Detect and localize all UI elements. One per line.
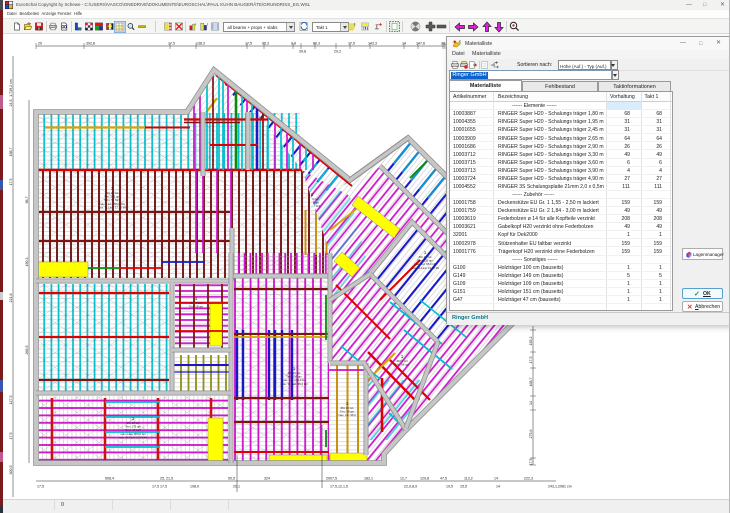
svg-text:190,3: 190,3 — [25, 258, 29, 267]
svg-text:198,9: 198,9 — [190, 484, 199, 488]
svg-text:max. St.Last: 21,50 kN: max. St.Last: 21,50 kN — [411, 266, 439, 270]
svg-text:95,3: 95,3 — [262, 42, 269, 46]
svg-text:1.739,2 cm: 1.739,2 cm — [9, 79, 13, 97]
svg-text:17,5: 17,5 — [529, 459, 533, 466]
svg-text:max. St.Last: 17,23 kN: max. St.Last: 17,23 kN — [119, 435, 147, 439]
svg-text:155,2: 155,2 — [529, 337, 533, 346]
svg-text:max. Lst: 96,6: max. Lst: 96,6 — [338, 413, 356, 417]
svg-text:113,2: 113,2 — [464, 477, 473, 481]
svg-text:129,8: 129,8 — [420, 477, 429, 481]
svg-text:47,5: 47,5 — [440, 477, 447, 481]
svg-text:138,3: 138,3 — [196, 42, 205, 46]
svg-text:17,5: 17,5 — [37, 484, 44, 488]
svg-text:275,6: 275,6 — [529, 430, 533, 439]
svg-text:25, 21,5: 25, 21,5 — [160, 477, 173, 481]
svg-text:Trm: 18 qm: Trm: 18 qm — [189, 305, 204, 309]
svg-text:392,8: 392,8 — [86, 42, 95, 46]
svg-text:15,5: 15,5 — [460, 484, 467, 488]
svg-text:i: i — [195, 22, 196, 27]
svg-text:17,5,12,1,5: 17,5,12,1,5 — [330, 484, 348, 488]
svg-text:508,4: 508,4 — [105, 477, 114, 481]
svg-text:9,8: 9,8 — [291, 42, 296, 46]
svg-text:198,7: 198,7 — [9, 148, 13, 157]
svg-text:14: 14 — [402, 42, 406, 46]
svg-text:2007,5: 2007,5 — [326, 477, 337, 481]
svg-text:29,2: 29,2 — [334, 49, 341, 53]
svg-text:98,7: 98,7 — [25, 197, 29, 204]
svg-text:17,5: 17,5 — [348, 42, 355, 46]
svg-text:17,5 17,5: 17,5 17,5 — [152, 484, 167, 488]
svg-text:20,1: 20,1 — [233, 484, 240, 488]
svg-text:39,8: 39,8 — [299, 49, 306, 53]
svg-text:max. St.Last: 17,23 kN: max. St.Last: 17,23 kN — [98, 205, 126, 209]
svg-text:24,5: 24,5 — [9, 100, 13, 107]
svg-text:i: i — [207, 22, 208, 27]
svg-text:14: 14 — [494, 477, 498, 481]
svg-text:17,5: 17,5 — [9, 179, 13, 186]
svg-text:243,1,2081 cm: 243,1,2081 cm — [548, 484, 572, 488]
svg-text:19,5: 19,5 — [446, 484, 453, 488]
svg-text:300,5: 300,5 — [9, 466, 13, 475]
svg-text:168,7: 168,7 — [529, 378, 533, 387]
svg-text:17,5: 17,5 — [168, 42, 175, 46]
svg-text:14: 14 — [529, 401, 533, 405]
svg-text:221,8: 221,8 — [9, 294, 13, 303]
svg-text:222,3: 222,3 — [524, 477, 533, 481]
svg-text:20: 20 — [38, 42, 42, 46]
svg-text:Trm: 66 qm: Trm: 66 qm — [395, 363, 410, 367]
svg-text:17,5: 17,5 — [9, 433, 13, 440]
svg-text:12,7: 12,7 — [400, 477, 407, 481]
svg-text:17,5: 17,5 — [245, 42, 252, 46]
svg-text:17,5: 17,5 — [529, 357, 533, 364]
svg-text:14: 14 — [496, 484, 500, 488]
svg-text:143,3: 143,3 — [368, 42, 377, 46]
svg-text:80,3: 80,3 — [313, 42, 320, 46]
svg-text:266,5: 266,5 — [25, 346, 29, 355]
svg-text:50,5: 50,5 — [228, 477, 235, 481]
svg-text:183,1: 183,1 — [364, 477, 373, 481]
svg-text:147,6: 147,6 — [416, 42, 425, 46]
svg-text:22,9,8,9: 22,9,8,9 — [404, 484, 417, 488]
svg-text:324: 324 — [264, 477, 270, 481]
svg-text:max. St.Last: 15,0 kN: max. St.Last: 15,0 kN — [281, 382, 308, 386]
svg-text:127,5: 127,5 — [9, 396, 13, 405]
